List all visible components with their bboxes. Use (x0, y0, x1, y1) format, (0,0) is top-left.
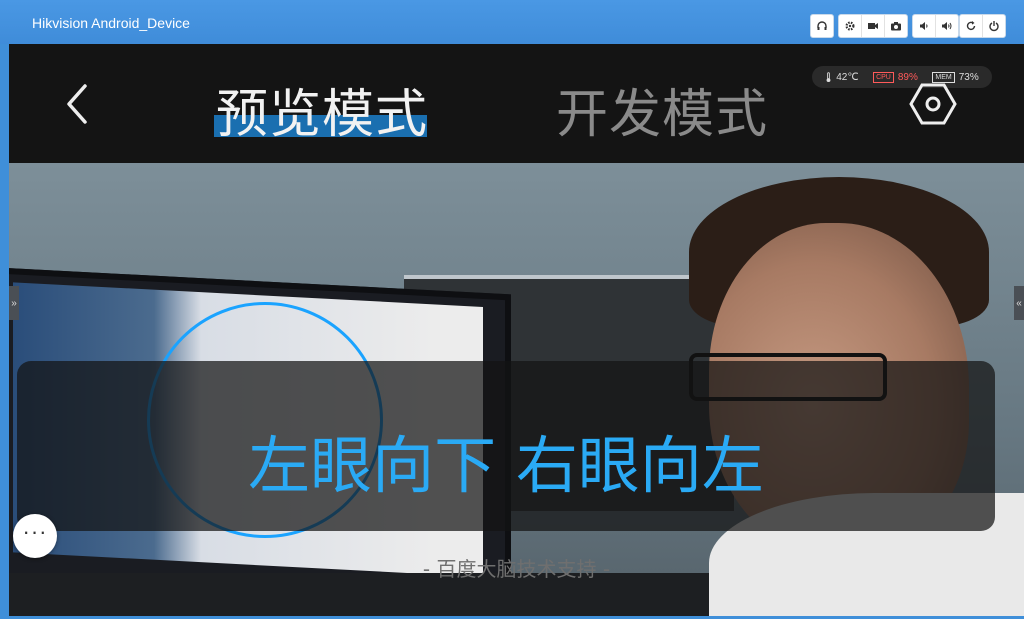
cpu-icon: CPU (873, 71, 894, 83)
left-panel-toggle[interactable]: » (9, 286, 19, 320)
media-group (838, 14, 908, 38)
device-screen: 预览模式 开发模式 42℃ CPU 89% MEM 73% 左眼向下 右眼向左 … (9, 44, 1024, 616)
more-options-button[interactable]: ··· (13, 514, 57, 558)
tab-development-mode[interactable]: 开发模式 (556, 72, 768, 147)
back-arrow-icon[interactable] (61, 82, 97, 126)
camera-preview: 左眼向下 右眼向左 - 百度大脑技术支持 - ··· (9, 163, 1024, 616)
window-title-bar: Hikvision Android_Device (0, 0, 1024, 44)
volume-down-icon[interactable] (913, 15, 935, 37)
power-icon[interactable] (982, 15, 1005, 37)
volume-group (912, 14, 959, 38)
window-title: Hikvision Android_Device (32, 15, 190, 31)
thermometer-icon (826, 71, 831, 82)
video-camera-icon[interactable] (861, 15, 884, 37)
memory-value: 73% (958, 71, 979, 83)
power-group (959, 14, 1006, 38)
right-panel-toggle[interactable]: « (1014, 286, 1024, 320)
device-status-bar: 42℃ CPU 89% MEM 73% (812, 66, 992, 88)
app-header: 预览模式 开发模式 42℃ CPU 89% MEM 73% (9, 44, 1024, 163)
powered-by-text: - 百度大脑技术支持 - (422, 557, 611, 581)
more-dots-icon: ··· (22, 519, 48, 544)
temperature-stat: 42℃ (825, 71, 859, 83)
audio-group (810, 14, 834, 38)
gear-icon[interactable] (839, 15, 861, 37)
instruction-panel: 左眼向下 右眼向左 (17, 361, 995, 531)
tab-preview-mode[interactable]: 预览模式 (216, 72, 428, 147)
volume-up-icon[interactable] (935, 15, 958, 37)
refresh-icon[interactable] (960, 15, 982, 37)
temperature-value: 42℃ (836, 71, 859, 83)
settings-hexagon-icon[interactable] (909, 80, 957, 128)
headphones-icon[interactable] (811, 15, 833, 37)
camera-icon[interactable] (884, 15, 907, 37)
liveness-instruction: 左眼向下 右眼向左 (248, 429, 764, 502)
